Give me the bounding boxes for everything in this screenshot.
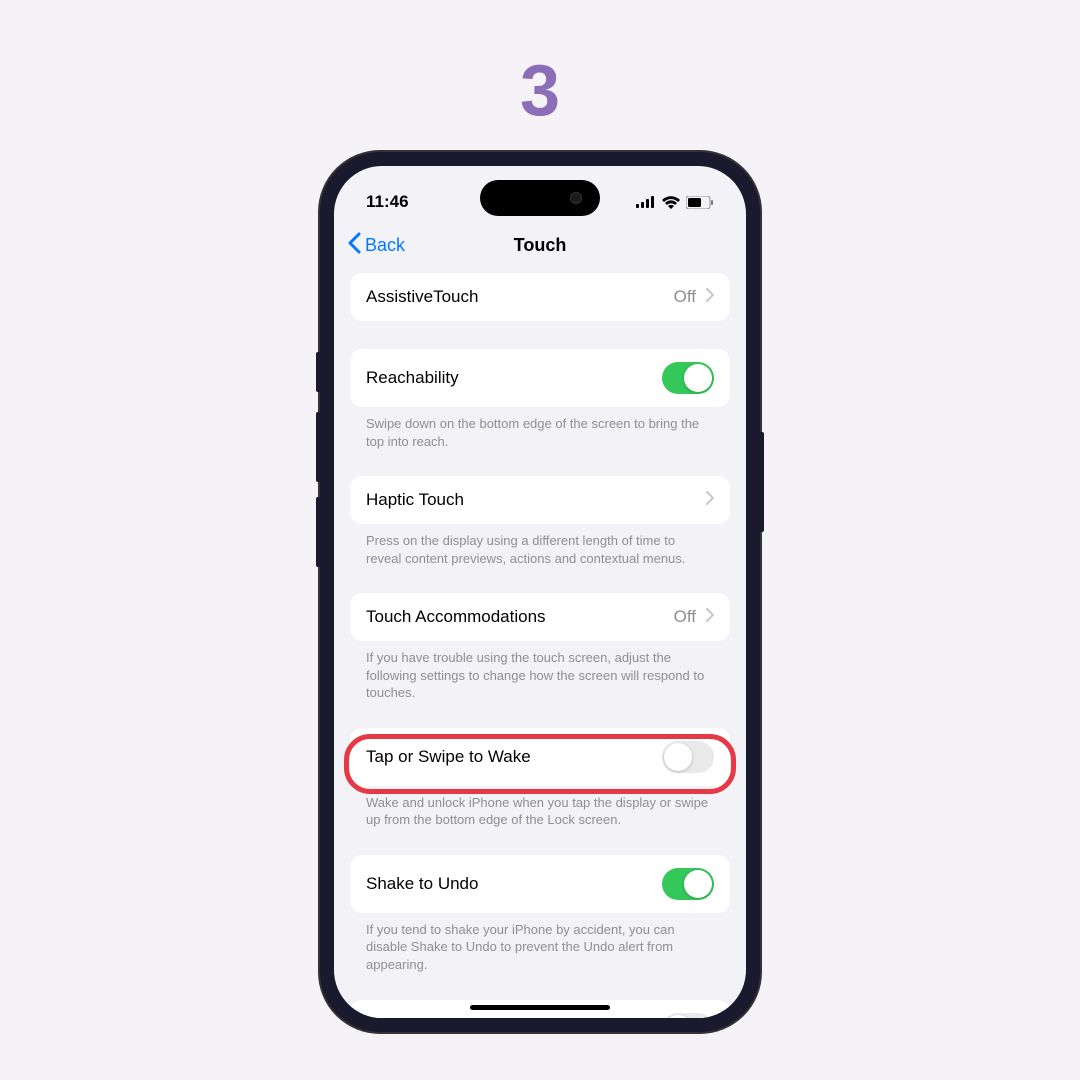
row-label: AssistiveTouch — [366, 287, 478, 307]
toggle-reachability[interactable] — [662, 362, 714, 394]
back-button[interactable]: Back — [348, 232, 405, 259]
dynamic-island — [480, 180, 600, 216]
row-shake-undo[interactable]: Shake to Undo — [350, 855, 730, 913]
back-label: Back — [365, 235, 405, 256]
row-label: Haptic Touch — [366, 490, 464, 510]
row-assistivetouch[interactable]: AssistiveTouch Off — [350, 273, 730, 321]
chevron-right-icon — [706, 288, 714, 307]
page-title: Touch — [514, 235, 567, 256]
status-time: 11:46 — [366, 192, 409, 212]
toggle-vibration[interactable] — [662, 1013, 714, 1018]
home-indicator — [470, 1005, 610, 1010]
toggle-shake-undo[interactable] — [662, 868, 714, 900]
footer-haptic-touch: Press on the display using a different l… — [350, 524, 730, 585]
row-label: Tap or Swipe to Wake — [366, 747, 531, 767]
phone-frame: 11:46 Back Touch — [320, 152, 760, 1032]
chevron-right-icon — [706, 608, 714, 627]
footer-touch-accommodations: If you have trouble using the touch scre… — [350, 641, 730, 720]
chevron-right-icon — [706, 491, 714, 510]
step-number: 3 — [520, 50, 560, 132]
chevron-left-icon — [348, 232, 361, 259]
row-value: Off — [674, 607, 696, 627]
wifi-icon — [662, 196, 680, 209]
row-label: Shake to Undo — [366, 874, 478, 894]
navigation-bar: Back Touch — [334, 220, 746, 273]
cellular-signal-icon — [636, 196, 656, 208]
row-label: Reachability — [366, 368, 459, 388]
phone-screen: 11:46 Back Touch — [334, 166, 746, 1018]
row-haptic-touch[interactable]: Haptic Touch — [350, 476, 730, 524]
row-reachability[interactable]: Reachability — [350, 349, 730, 407]
row-touch-accommodations[interactable]: Touch Accommodations Off — [350, 593, 730, 641]
footer-reachability: Swipe down on the bottom edge of the scr… — [350, 407, 730, 468]
footer-shake-undo: If you tend to shake your iPhone by acci… — [350, 913, 730, 992]
battery-icon — [686, 196, 714, 209]
row-tap-swipe-wake[interactable]: Tap or Swipe to Wake — [350, 728, 730, 786]
row-label: Touch Accommodations — [366, 607, 546, 627]
toggle-tap-swipe-wake[interactable] — [662, 741, 714, 773]
footer-tap-swipe-wake: Wake and unlock iPhone when you tap the … — [350, 786, 730, 847]
row-value: Off — [674, 287, 696, 307]
